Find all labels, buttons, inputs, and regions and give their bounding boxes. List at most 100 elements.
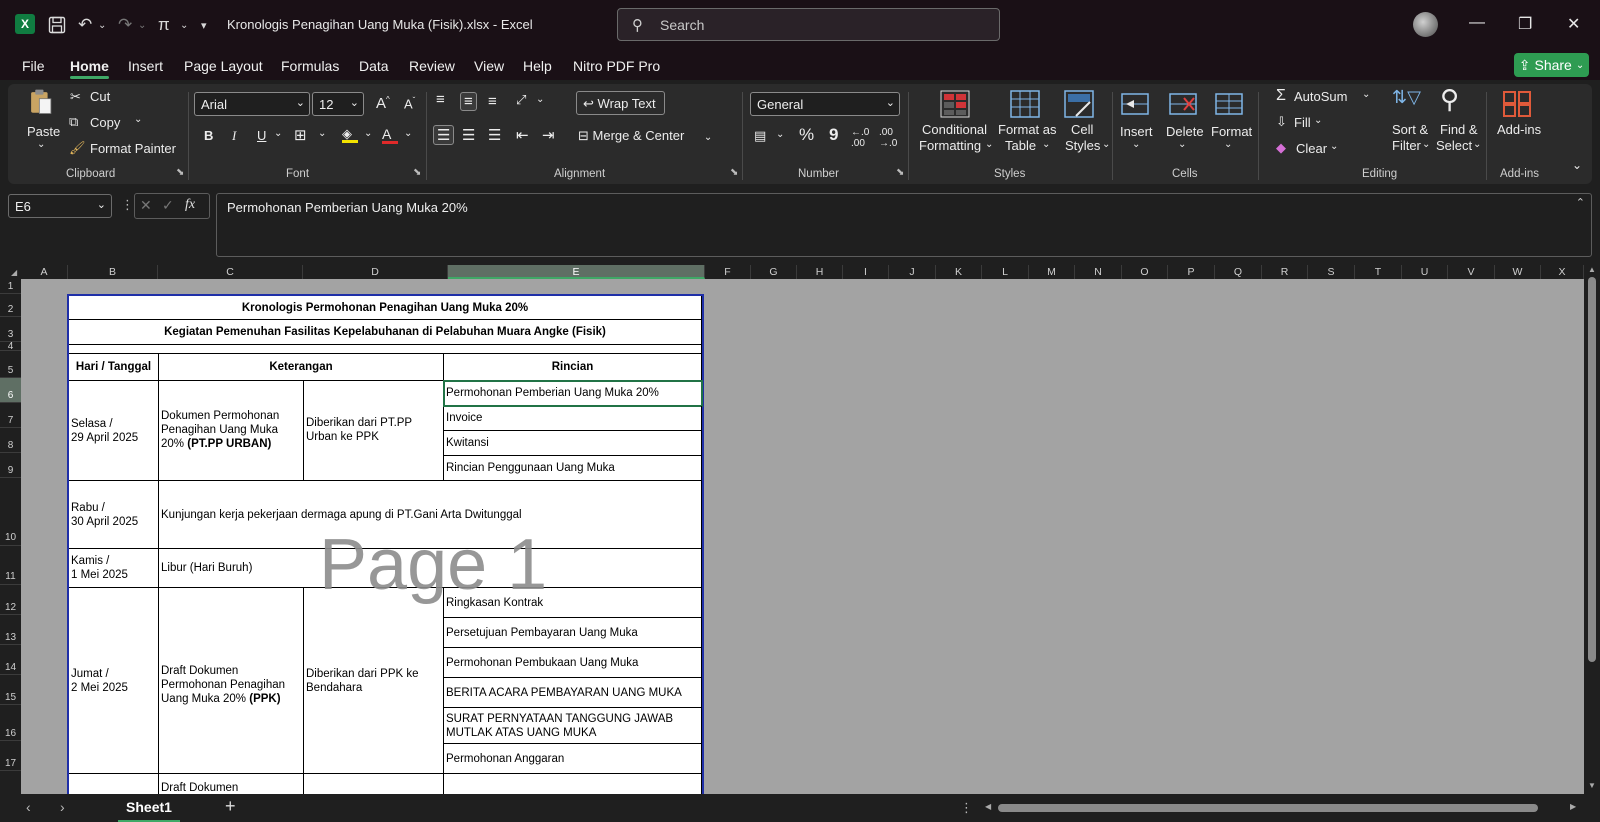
cut-icon[interactable]: ✂ [70, 89, 81, 105]
scroll-down-icon[interactable]: ▼ [1588, 781, 1596, 790]
increase-decimal-icon[interactable]: ←.0.00 [851, 127, 869, 149]
row-header-4[interactable]: 4 [0, 342, 21, 352]
row-header-12[interactable]: 12 [0, 585, 21, 615]
underline-dropdown-icon[interactable]: ⌄ [274, 128, 282, 139]
decrease-decimal-icon[interactable]: .00 →.0 [879, 127, 897, 149]
tab-formulas[interactable]: Formulas [281, 58, 339, 74]
worksheet-grid[interactable]: Kronologis Permohonan Penagihan Uang Muk… [21, 279, 1584, 794]
copy-icon[interactable]: ⧉ [69, 114, 78, 130]
decrease-indent-icon[interactable]: ⇤ [516, 126, 529, 144]
column-header-l[interactable]: L [982, 265, 1029, 279]
column-header-w[interactable]: W [1495, 265, 1541, 279]
tab-view[interactable]: View [474, 58, 504, 74]
fill-dropdown-icon[interactable]: ⌄ [1314, 115, 1322, 126]
date-cell-2[interactable]: Rabu / 30 April 2025 [69, 481, 159, 549]
expand-formula-icon[interactable]: ⌃ [1576, 196, 1585, 209]
header-description[interactable]: Keterangan [159, 354, 444, 381]
orientation-dropdown-icon[interactable]: ⌄ [536, 94, 544, 105]
select-all-icon[interactable]: ◢ [11, 268, 17, 277]
merge-center-button[interactable]: ⊟ Merge & Center ⌄ [578, 128, 712, 144]
column-header-d[interactable]: D [303, 265, 448, 279]
align-left-icon[interactable]: ☰ [433, 125, 455, 145]
document-cell-1[interactable]: Dokumen Permohonan Penagihan Uang Muka 2… [159, 381, 304, 481]
bold-button[interactable]: B [204, 128, 213, 143]
note-cell-1[interactable]: Diberikan dari PT.PP Urban ke PPK [304, 381, 444, 481]
ribbon-collapse-icon[interactable]: ⌄ [1572, 158, 1582, 172]
middle-align-icon[interactable]: ≡ [460, 92, 477, 111]
insert-function-button[interactable]: fx [185, 197, 195, 213]
autosum-button[interactable]: AutoSum [1294, 89, 1347, 104]
clear-icon[interactable]: ◆ [1276, 140, 1286, 156]
tab-nitro-pdf[interactable]: Nitro PDF Pro [573, 58, 660, 74]
date-cell-3[interactable]: Kamis / 1 Mei 2025 [69, 549, 159, 588]
detail-cell-e16[interactable]: SURAT PERNYATAAN TANGGUNG JAWAB MUTLAK A… [444, 708, 702, 744]
column-header-j[interactable]: J [889, 265, 936, 279]
clipboard-launcher-icon[interactable]: ⬊ [176, 167, 184, 178]
scroll-up-icon[interactable]: ▲ [1588, 265, 1596, 274]
align-center-icon[interactable]: ☰ [462, 126, 475, 144]
fill-color-icon[interactable]: ◈ [342, 126, 358, 143]
column-header-o[interactable]: O [1122, 265, 1168, 279]
detail-cell-e7[interactable]: Invoice [444, 406, 702, 431]
add-sheet-button[interactable]: + [225, 796, 236, 817]
row-header-17[interactable]: 17 [0, 741, 21, 771]
row-header-1[interactable]: 1 [0, 279, 21, 294]
top-align-icon[interactable]: ≡ [436, 91, 445, 108]
formula-input[interactable]: Permohonan Pemberian Uang Muka 20% ⌃ [216, 193, 1592, 257]
column-header-x[interactable]: X [1541, 265, 1584, 279]
date-cell-1[interactable]: Selasa / 29 April 2025 [69, 381, 159, 481]
redo-icon[interactable]: ↷ [118, 13, 132, 37]
sheet-tab-sheet1[interactable]: Sheet1 [118, 794, 180, 822]
number-launcher-icon[interactable]: ⬊ [896, 167, 904, 178]
column-header-s[interactable]: S [1308, 265, 1355, 279]
fill-button[interactable]: Fill [1294, 115, 1311, 130]
fill-icon[interactable]: ⇩ [1276, 114, 1287, 130]
undo-icon[interactable]: ↶ [78, 13, 92, 37]
row-header-6[interactable]: 6 [0, 378, 21, 403]
column-header-r[interactable]: R [1262, 265, 1308, 279]
column-header-q[interactable]: Q [1215, 265, 1262, 279]
enter-icon[interactable]: ✓ [162, 197, 174, 214]
format-painter-button[interactable]: Format Painter [90, 141, 176, 156]
align-right-icon[interactable]: ☰ [488, 126, 501, 144]
accounting-dropdown-icon[interactable]: ⌄ [776, 129, 784, 140]
row-header-3[interactable]: 3 [0, 317, 21, 342]
number-format-select[interactable]: General ⌄ [750, 92, 900, 116]
format-painter-icon[interactable]: 🖌 [69, 140, 86, 156]
vertical-scrollbar[interactable]: ▲ ▼ [1584, 265, 1600, 794]
font-launcher-icon[interactable]: ⬊ [413, 167, 421, 178]
row-header-16[interactable]: 16 [0, 705, 21, 741]
row-header-15[interactable]: 15 [0, 675, 21, 705]
autosum-icon[interactable]: Σ [1276, 87, 1286, 105]
column-header-i[interactable]: I [843, 265, 889, 279]
bottom-align-icon[interactable]: ≡ [488, 93, 497, 110]
comma-style-button[interactable]: 9 [829, 125, 838, 145]
alignment-launcher-icon[interactable]: ⬊ [730, 167, 738, 178]
decrease-font-icon[interactable]: Aˇ [404, 96, 415, 111]
restore-icon[interactable]: ❐ [1518, 14, 1532, 34]
formula-bar-handle-icon[interactable]: ⋮ [121, 197, 134, 213]
column-header-a[interactable]: A [21, 265, 68, 279]
copy-dropdown-icon[interactable]: ⌄ [134, 114, 142, 125]
tab-split-handle-icon[interactable]: ⋮ [960, 800, 973, 816]
row-header-7[interactable]: 7 [0, 403, 21, 428]
underline-button[interactable]: U [257, 128, 266, 143]
vertical-scroll-thumb[interactable] [1588, 277, 1596, 662]
row-header-10[interactable]: 10 [0, 478, 21, 546]
column-header-n[interactable]: N [1075, 265, 1122, 279]
equation-dropdown-icon[interactable]: ⌄ [180, 13, 188, 37]
document-cell-5[interactable]: Draft Dokumen [159, 774, 304, 794]
horizontal-scroll-thumb[interactable] [998, 804, 1538, 812]
autosum-dropdown-icon[interactable]: ⌄ [1362, 89, 1370, 100]
row-header-8[interactable]: 8 [0, 428, 21, 453]
tab-home[interactable]: Home [70, 58, 109, 74]
sheet-title-2[interactable]: Kegiatan Pemenuhan Fasilitas Kepelabuhan… [69, 320, 702, 345]
row-header-11[interactable]: 11 [0, 546, 21, 585]
increase-indent-icon[interactable]: ⇥ [542, 126, 555, 144]
cancel-icon[interactable]: ✕ [140, 197, 152, 214]
close-icon[interactable]: ✕ [1567, 14, 1580, 34]
increase-font-icon[interactable]: A^ [376, 95, 390, 112]
detail-cell-e6[interactable]: Permohonan Pemberian Uang Muka 20% [443, 380, 703, 407]
equation-icon[interactable]: π [158, 13, 170, 37]
orientation-icon[interactable]: ⤢ [516, 92, 526, 108]
